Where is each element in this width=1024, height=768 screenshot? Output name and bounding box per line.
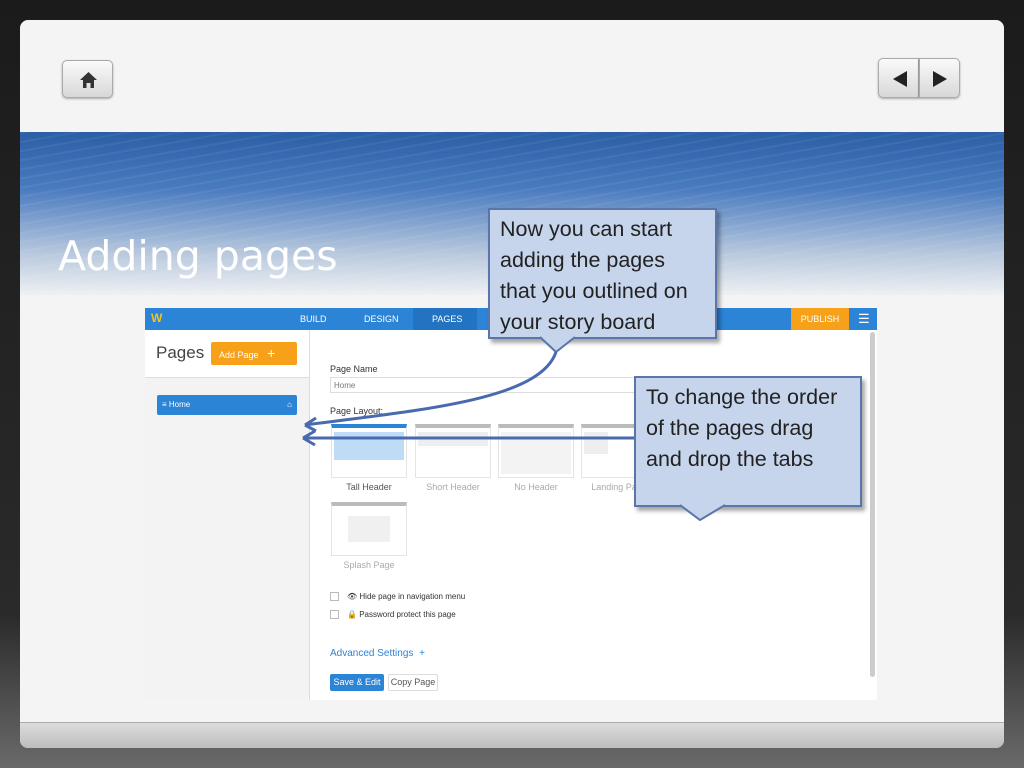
layout-short-header[interactable] xyxy=(415,424,491,478)
plus-icon: + xyxy=(419,648,426,659)
hide-page-label: 👁 Hide page in navigation menu xyxy=(347,592,466,601)
scrollbar[interactable] xyxy=(870,332,875,677)
tab-build[interactable]: BUILD xyxy=(300,314,327,324)
layout-label: No Header xyxy=(514,482,558,492)
page-name-input[interactable]: Home xyxy=(330,377,650,393)
triangle-left-icon xyxy=(893,71,907,87)
layout-splash-page[interactable] xyxy=(331,502,407,556)
tab-pages[interactable]: PAGES xyxy=(432,314,462,324)
hide-page-checkbox[interactable] xyxy=(330,592,339,601)
publish-button[interactable]: PUBLISH xyxy=(791,308,849,330)
slide-title: Adding pages xyxy=(58,232,338,280)
password-label: 🔒 Password protect this page xyxy=(347,610,456,619)
plus-icon: + xyxy=(267,345,276,361)
callout-reorder: To change the order of the pages drag an… xyxy=(634,376,862,507)
layout-label: Short Header xyxy=(426,482,480,492)
layout-label: Splash Page xyxy=(343,560,395,570)
page-item-label: Home xyxy=(168,400,191,409)
eye-icon: 👁 xyxy=(347,592,360,601)
page-name-label: Page Name xyxy=(330,364,378,374)
lock-icon: 🔒 xyxy=(347,610,360,619)
page-item-home[interactable]: ≡ Home ⌂ xyxy=(157,395,297,415)
callout-add-pages: Now you can start adding the pages that … xyxy=(488,208,717,339)
page-layout-label: Page Layout: xyxy=(330,406,384,416)
add-page-button[interactable]: Add Page + xyxy=(211,342,297,365)
add-page-label: Add Page xyxy=(219,350,259,360)
password-checkbox[interactable] xyxy=(330,610,339,619)
pages-sidebar: Pages Add Page + ≡ Home ⌂ xyxy=(145,330,310,700)
advanced-settings-link[interactable]: Advanced Settings + xyxy=(330,648,425,659)
tab-design[interactable]: DESIGN xyxy=(364,314,399,324)
weebly-logo: W xyxy=(151,311,163,325)
drag-handle-icon[interactable]: ≡ xyxy=(162,400,169,409)
menu-icon[interactable]: ☰ xyxy=(858,311,870,327)
layout-tall-header[interactable] xyxy=(331,424,407,478)
home-icon: ⌂ xyxy=(287,400,292,409)
layout-label: Tall Header xyxy=(346,482,392,492)
save-edit-button[interactable]: Save & Edit xyxy=(330,674,384,691)
copy-page-button[interactable]: Copy Page xyxy=(388,674,438,691)
home-button[interactable] xyxy=(62,60,113,98)
home-icon xyxy=(80,72,97,88)
bottom-bar xyxy=(20,722,1004,748)
prev-slide-button[interactable] xyxy=(878,58,919,98)
triangle-right-icon xyxy=(933,71,947,87)
layout-no-header[interactable] xyxy=(498,424,574,478)
sidebar-title: Pages xyxy=(156,343,205,362)
next-slide-button[interactable] xyxy=(919,58,960,98)
